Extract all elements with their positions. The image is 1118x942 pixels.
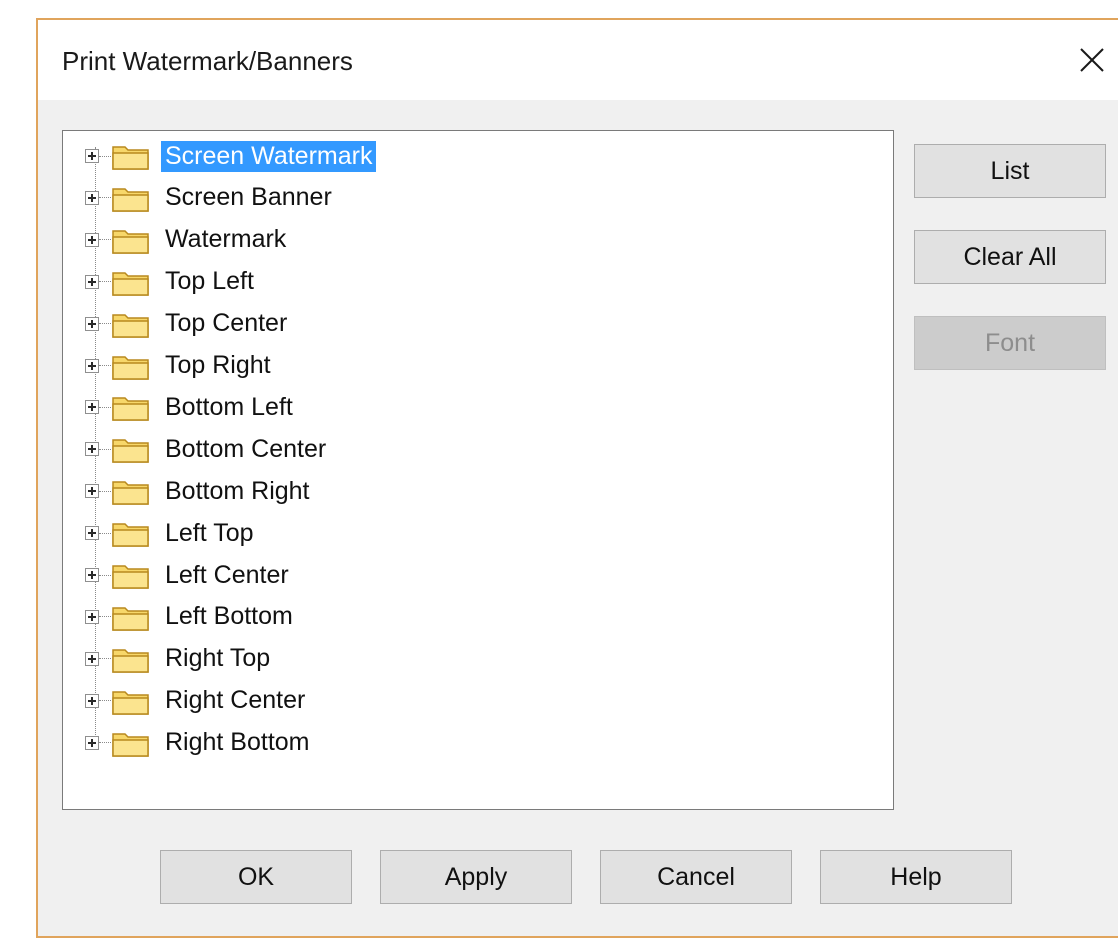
expand-icon[interactable]	[85, 190, 99, 205]
print-watermark-dialog: Print Watermark/Banners Screen Watermark…	[36, 18, 1118, 938]
tree-item[interactable]: Watermark	[85, 223, 645, 257]
tree-item[interactable]: Bottom Right	[85, 474, 645, 508]
font-button: Font	[914, 316, 1106, 370]
expand-icon[interactable]	[85, 442, 99, 457]
expand-icon[interactable]	[85, 735, 99, 750]
ok-button[interactable]: OK	[160, 850, 352, 904]
close-icon	[1080, 48, 1104, 72]
tree-connector	[99, 742, 111, 744]
tree-item[interactable]: Screen Watermark	[85, 139, 645, 173]
tree-item-label: Top Right	[165, 351, 271, 379]
tree-item-label: Watermark	[165, 225, 287, 254]
title-bar: Print Watermark/Banners	[38, 20, 1118, 100]
expand-icon[interactable]	[85, 484, 99, 499]
folder-icon	[112, 313, 149, 338]
watermark-tree-view[interactable]: Screen Watermark Screen Banner Watermark To…	[62, 130, 894, 810]
tree-item[interactable]: Left Center	[85, 558, 645, 592]
tree-item-label: Right Top	[165, 644, 271, 673]
folder-icon	[112, 481, 149, 505]
close-button[interactable]	[1068, 36, 1116, 84]
expand-icon[interactable]	[85, 568, 99, 582]
folder-icon	[112, 355, 149, 380]
tree-item-label: Left Center	[165, 560, 289, 589]
tree-connector	[99, 281, 111, 283]
tree-item[interactable]: Top Left	[85, 265, 645, 299]
tree-connector	[99, 490, 111, 492]
tree-connector	[99, 365, 111, 366]
tree-item-label: Left Bottom	[165, 602, 293, 631]
folder-icon	[112, 732, 149, 757]
expand-icon[interactable]	[85, 316, 99, 331]
tree-connector	[99, 616, 111, 618]
tree-item[interactable]: Top Right	[85, 349, 645, 383]
folder-icon	[112, 565, 149, 589]
tree-connector	[99, 574, 111, 576]
tree-connector	[99, 532, 111, 534]
help-button[interactable]: Help	[820, 850, 1012, 904]
tree-connector	[99, 323, 111, 325]
tree-connector	[99, 197, 111, 199]
tree-item-label: Top Center	[165, 309, 288, 338]
folder-icon	[112, 439, 149, 464]
tree-item[interactable]: Left Top	[85, 516, 645, 550]
tree-item-label: Screen Watermark	[161, 140, 377, 172]
folder-icon	[112, 146, 149, 170]
tree-item-label: Right Bottom	[165, 728, 310, 757]
expand-icon[interactable]	[85, 400, 99, 415]
tree-connector	[99, 700, 111, 702]
folder-icon	[112, 523, 149, 547]
tree-item[interactable]: Top Center	[85, 307, 645, 341]
tree-item-label: Bottom Center	[165, 434, 327, 463]
folder-icon	[112, 649, 149, 673]
tree-item[interactable]: Right Center	[85, 684, 645, 718]
expand-icon[interactable]	[85, 609, 99, 624]
tree-connector	[99, 239, 111, 241]
expand-icon[interactable]	[85, 232, 99, 247]
folder-icon	[112, 397, 149, 422]
folder-icon	[112, 230, 149, 254]
tree-item[interactable]: Bottom Left	[85, 390, 645, 424]
cancel-button[interactable]: Cancel	[600, 850, 792, 904]
tree-connector	[99, 448, 111, 450]
list-button[interactable]: List	[914, 144, 1106, 198]
tree-connector	[99, 155, 111, 157]
expand-icon[interactable]	[85, 149, 99, 163]
tree-item-label: Right Center	[165, 686, 306, 715]
tree-item[interactable]: Left Bottom	[85, 600, 645, 634]
tree-connector	[99, 658, 111, 660]
expand-icon[interactable]	[85, 526, 99, 541]
tree-item-label: Screen Banner	[165, 183, 332, 212]
expand-icon[interactable]	[85, 651, 99, 666]
tree-item-label: Bottom Right	[165, 476, 310, 505]
folder-icon	[112, 607, 149, 631]
folder-icon	[112, 690, 149, 715]
folder-icon	[112, 271, 149, 296]
expand-icon[interactable]	[85, 693, 99, 708]
clear-all-button[interactable]: Clear All	[914, 230, 1106, 284]
expand-icon[interactable]	[85, 358, 99, 373]
dialog-title: Print Watermark/Banners	[62, 46, 353, 76]
apply-button[interactable]: Apply	[380, 850, 572, 904]
tree-item[interactable]: Screen Banner	[85, 181, 645, 215]
tree-item[interactable]: Bottom Center	[85, 432, 645, 466]
tree-item[interactable]: Right Top	[85, 642, 645, 676]
expand-icon[interactable]	[85, 274, 99, 289]
folder-icon	[112, 188, 149, 212]
tree-connector	[99, 406, 111, 408]
tree-item-label: Top Left	[165, 267, 254, 296]
tree-item-label: Bottom Left	[165, 392, 293, 421]
tree-item[interactable]: Right Bottom	[85, 726, 645, 760]
tree-item-label: Left Top	[165, 518, 254, 547]
